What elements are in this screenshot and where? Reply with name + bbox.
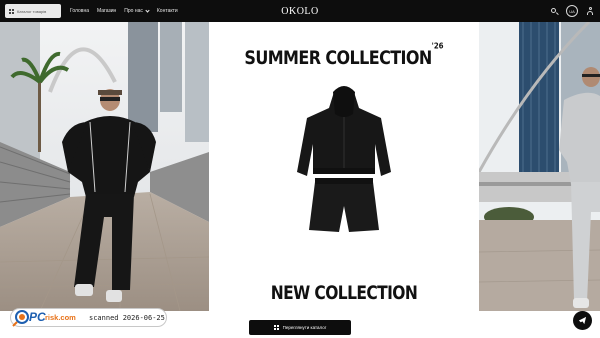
pcrisk-logo-prefix: PC <box>29 310 46 324</box>
nav-about[interactable]: Про нас <box>124 7 150 14</box>
catalog-button[interactable]: Каталог товарів <box>5 4 61 18</box>
model-grey-tracksuit-image <box>479 22 600 311</box>
pcrisk-logo-text: risk.com <box>45 313 76 322</box>
catalog-button-label: Каталог товарів <box>17 8 47 14</box>
chevron-down-icon <box>145 7 150 13</box>
language-switcher[interactable]: UA <box>566 5 578 17</box>
view-catalog-button[interactable]: Переглянути каталог <box>249 320 351 335</box>
nav-about-label: Про нас <box>124 8 143 14</box>
grid-icon <box>9 8 14 14</box>
search-icon[interactable] <box>551 7 558 15</box>
new-collection-title: NEW COLLECTION <box>270 282 418 304</box>
hero-photo-right <box>479 22 600 311</box>
pcrisk-watermark: PC risk.com scanned 2026-06-25 <box>10 308 167 327</box>
nav-shop[interactable]: Магазин <box>97 8 116 14</box>
tracksuit-product-image <box>297 86 391 232</box>
nav-home[interactable]: Головна <box>70 8 89 14</box>
telegram-button[interactable] <box>573 311 592 330</box>
nav-contacts-label: Контакти <box>156 8 178 14</box>
scan-date-text: scanned 2026-06-25 <box>89 313 165 322</box>
grid-icon <box>273 325 279 330</box>
model-black-tracksuit-image <box>0 22 209 311</box>
nav-home-label: Головна <box>70 8 89 14</box>
hero-center-panel: SUMMER COLLECTION'26 NEW COLLECTION <box>209 22 479 311</box>
telegram-icon <box>578 316 587 325</box>
main-nav: Головна Магазин Про нас Контакти <box>70 0 178 22</box>
nav-shop-label: Магазин <box>97 8 117 14</box>
hero-photo-left <box>0 22 209 311</box>
user-icon[interactable] <box>586 7 594 15</box>
header-actions: UA <box>551 4 594 18</box>
view-catalog-label: Переглянути каталог <box>282 325 327 330</box>
brand-logo[interactable]: OKOLO <box>250 0 350 22</box>
top-header: Каталог товарів Головна Магазин Про нас … <box>0 0 600 22</box>
pcrisk-logo: PC risk.com <box>11 308 81 327</box>
nav-contacts[interactable]: Контакти <box>157 8 178 14</box>
